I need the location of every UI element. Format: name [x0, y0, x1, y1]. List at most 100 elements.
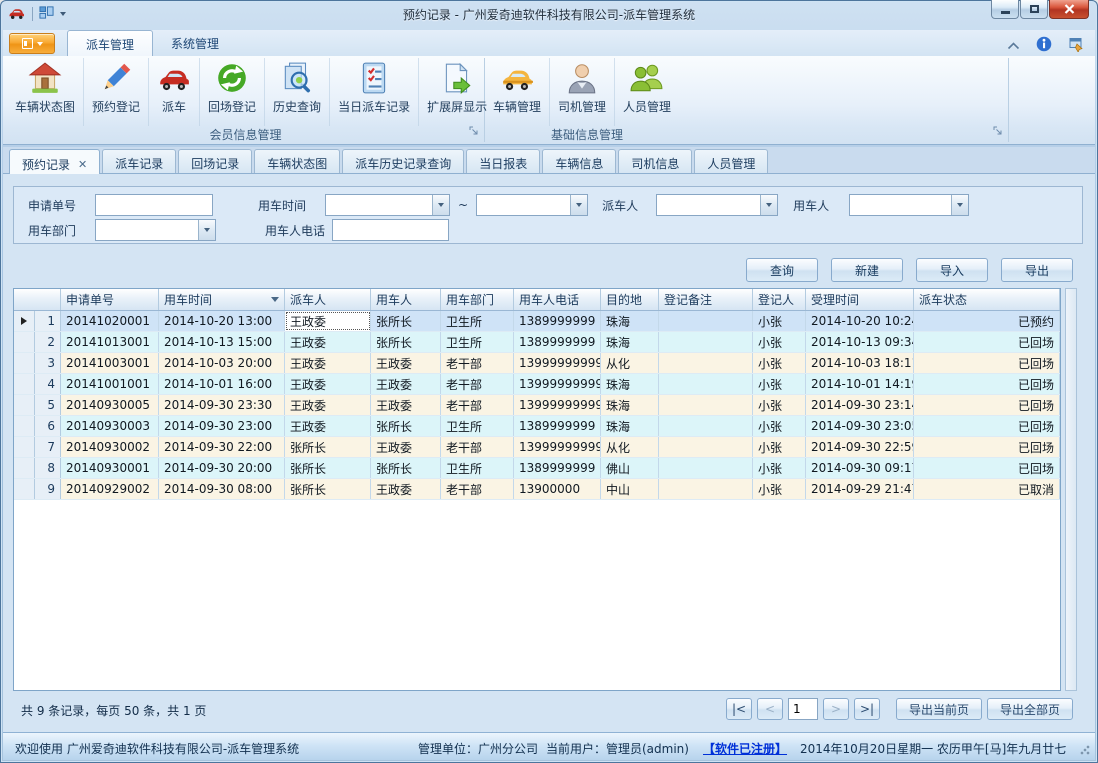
table-row[interactable]: 5201409300052014-09-30 23:30王政委王政委老干部139…	[14, 395, 1060, 416]
cell-status[interactable]: 已回场	[914, 458, 1060, 478]
chevron-down-icon[interactable]	[570, 195, 587, 215]
export-current-page-button[interactable]: 导出当前页	[896, 698, 982, 720]
table-row[interactable]: 1201410200012014-10-20 13:00王政委张所长卫生所138…	[14, 311, 1060, 332]
cell-accept_time[interactable]: 2014-09-30 22:59	[806, 437, 914, 457]
column-header-1[interactable]: 用车时间	[159, 289, 285, 310]
cell-remark[interactable]	[659, 437, 753, 457]
ribbon-btn-today-dispatch-records[interactable]: 当日派车记录	[330, 58, 419, 126]
cell-accept_time[interactable]: 2014-09-30 23:05	[806, 416, 914, 436]
export-all-pages-button[interactable]: 导出全部页	[987, 698, 1073, 720]
chevron-down-icon[interactable]	[951, 195, 968, 215]
cell-user[interactable]: 王政委	[371, 437, 441, 457]
ribbon-btn-extend-screen[interactable]: 扩展屏显示	[419, 58, 495, 126]
ribbon-tab-dispatch[interactable]: 派车管理	[67, 30, 153, 56]
export-button[interactable]: 导出	[1001, 258, 1073, 282]
cell-user[interactable]: 王政委	[371, 374, 441, 394]
chevron-down-icon[interactable]	[760, 195, 777, 215]
cell-use_time[interactable]: 2014-10-01 16:00	[159, 374, 285, 394]
cell-dispatcher[interactable]: 王政委	[285, 416, 371, 436]
cell-dept[interactable]: 卫生所	[441, 311, 514, 331]
table-row[interactable]: 9201409290022014-09-30 08:00张所长王政委老干部139…	[14, 479, 1060, 500]
cell-app_no[interactable]: 20141020001	[61, 311, 159, 331]
cell-dest[interactable]: 从化	[601, 437, 659, 457]
cell-dispatcher[interactable]: 王政委	[285, 353, 371, 373]
column-header-0[interactable]: 申请单号	[61, 289, 159, 310]
query-button[interactable]: 查询	[746, 258, 818, 282]
doc-tab-2[interactable]: 回场记录	[178, 149, 252, 173]
cell-dept[interactable]: 老干部	[441, 374, 514, 394]
cell-dept[interactable]: 老干部	[441, 353, 514, 373]
cell-app_no[interactable]: 20140930002	[61, 437, 159, 457]
cell-remark[interactable]	[659, 458, 753, 478]
cell-dispatcher[interactable]: 王政委	[285, 332, 371, 352]
cell-remark[interactable]	[659, 311, 753, 331]
ribbon-btn-personnel-manage[interactable]: 人员管理	[615, 58, 679, 126]
ribbon-btn-return-register[interactable]: 回场登记	[200, 58, 265, 126]
cell-remark[interactable]	[659, 332, 753, 352]
cell-dest[interactable]: 珠海	[601, 332, 659, 352]
cell-app_no[interactable]: 20141001001	[61, 374, 159, 394]
first-page-button[interactable]: |<	[726, 698, 752, 720]
cell-accept_time[interactable]: 2014-10-13 09:34	[806, 332, 914, 352]
column-header-6[interactable]: 目的地	[601, 289, 659, 310]
app-menu-button[interactable]	[9, 33, 55, 54]
cell-dest[interactable]: 珠海	[601, 395, 659, 415]
chevron-down-icon[interactable]	[198, 220, 215, 240]
column-header-2[interactable]: 派车人	[285, 289, 371, 310]
doc-tab-4[interactable]: 派车历史记录查询	[342, 149, 464, 173]
cell-app_no[interactable]: 20141003001	[61, 353, 159, 373]
prev-page-button[interactable]: <	[757, 698, 783, 720]
maximize-button[interactable]	[1020, 0, 1048, 19]
ribbon-btn-vehicle-manage[interactable]: 车辆管理	[485, 58, 550, 126]
cell-dept[interactable]: 卫生所	[441, 332, 514, 352]
column-header-3[interactable]: 用车人	[371, 289, 441, 310]
ribbon-btn-dispatch[interactable]: 派车	[149, 58, 200, 126]
cell-app_no[interactable]: 20140929002	[61, 479, 159, 499]
cell-phone[interactable]: 13999999999	[514, 353, 601, 373]
group-dialog-launcher-icon[interactable]	[469, 125, 479, 139]
column-header-10[interactable]: 派车状态	[914, 289, 1060, 310]
ribbon-btn-driver-manage[interactable]: 司机管理	[550, 58, 615, 126]
cell-dest[interactable]: 从化	[601, 353, 659, 373]
cell-phone[interactable]: 1389999999	[514, 332, 601, 352]
cell-registrar[interactable]: 小张	[753, 311, 806, 331]
table-row[interactable]: 3201410030012014-10-03 20:00王政委王政委老干部139…	[14, 353, 1060, 374]
cell-accept_time[interactable]: 2014-10-20 10:24	[806, 311, 914, 331]
cell-use_time[interactable]: 2014-09-30 23:30	[159, 395, 285, 415]
column-header-7[interactable]: 登记备注	[659, 289, 753, 310]
license-link[interactable]: 【软件已注册】	[703, 740, 787, 757]
cell-dispatcher[interactable]: 张所长	[285, 437, 371, 457]
cell-user[interactable]: 张所长	[371, 458, 441, 478]
cell-dispatcher[interactable]: 张所长	[285, 479, 371, 499]
cell-phone[interactable]: 13900000	[514, 479, 601, 499]
cell-dept[interactable]: 老干部	[441, 437, 514, 457]
cell-registrar[interactable]: 小张	[753, 374, 806, 394]
cell-use_time[interactable]: 2014-10-20 13:00	[159, 311, 285, 331]
chevron-down-icon[interactable]	[432, 195, 449, 215]
doc-tab-7[interactable]: 司机信息	[618, 149, 692, 173]
cell-dest[interactable]: 中山	[601, 479, 659, 499]
table-row[interactable]: 4201410010012014-10-01 16:00王政委王政委老干部139…	[14, 374, 1060, 395]
cell-phone[interactable]: 1389999999	[514, 416, 601, 436]
doc-tab-5[interactable]: 当日报表	[466, 149, 540, 173]
close-button[interactable]	[1049, 0, 1089, 19]
minimize-button[interactable]	[991, 0, 1019, 19]
user-combo[interactable]	[849, 194, 969, 216]
cell-app_no[interactable]: 20140930003	[61, 416, 159, 436]
cell-registrar[interactable]: 小张	[753, 479, 806, 499]
cell-user[interactable]: 张所长	[371, 332, 441, 352]
ribbon-tab-system[interactable]: 系统管理	[153, 30, 237, 56]
cell-dept[interactable]: 老干部	[441, 479, 514, 499]
cell-status[interactable]: 已回场	[914, 332, 1060, 352]
cell-app_no[interactable]: 20140930005	[61, 395, 159, 415]
cell-dept[interactable]: 卫生所	[441, 458, 514, 478]
cell-phone[interactable]: 13999999999	[514, 395, 601, 415]
new-button[interactable]: 新建	[831, 258, 903, 282]
cell-user[interactable]: 王政委	[371, 353, 441, 373]
cell-dest[interactable]: 珠海	[601, 374, 659, 394]
cell-dept[interactable]: 卫生所	[441, 416, 514, 436]
cell-remark[interactable]	[659, 479, 753, 499]
cell-status[interactable]: 已回场	[914, 395, 1060, 415]
column-header-9[interactable]: 受理时间	[806, 289, 914, 310]
doc-tab-3[interactable]: 车辆状态图	[254, 149, 340, 173]
